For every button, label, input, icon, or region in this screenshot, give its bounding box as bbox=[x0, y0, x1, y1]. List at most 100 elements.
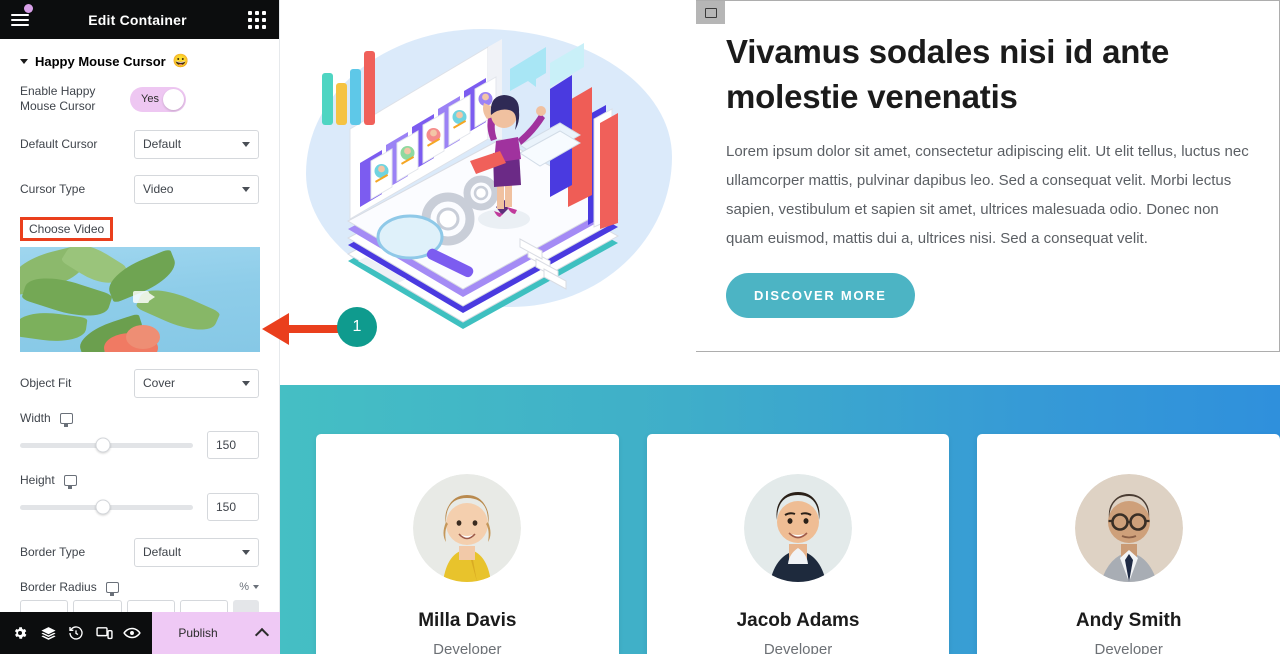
avatar-photo-milla-davis bbox=[413, 474, 522, 582]
history-revisions-icon[interactable] bbox=[65, 622, 87, 644]
apps-grid-button[interactable] bbox=[235, 0, 279, 39]
team-section: Milla Davis Developer Jacob Adams Develo… bbox=[280, 385, 1280, 654]
cursor-type-label: Cursor Type bbox=[20, 181, 86, 196]
member-name: Milla Davis bbox=[418, 610, 517, 631]
publish-button[interactable]: Publish bbox=[152, 612, 244, 654]
control-cursor-type: Cursor Type Video bbox=[0, 172, 279, 206]
avatar bbox=[413, 474, 522, 582]
border-radius-label: Border Radius bbox=[20, 580, 97, 594]
hamburger-menu-button[interactable] bbox=[0, 0, 40, 39]
apps-grid-icon bbox=[248, 10, 266, 29]
member-role: Developer bbox=[1094, 641, 1163, 654]
object-fit-label: Object Fit bbox=[20, 375, 72, 390]
layers-icon[interactable] bbox=[37, 622, 59, 644]
hero-paragraph: Lorem ipsum dolor sit amet, consectetur … bbox=[726, 143, 1249, 247]
cursor-type-value: Video bbox=[143, 182, 174, 196]
desktop-monitor-icon[interactable] bbox=[105, 581, 119, 596]
choose-video-row: Choose Video bbox=[0, 217, 279, 241]
slider-handle[interactable] bbox=[95, 437, 111, 453]
default-cursor-label: Default Cursor bbox=[20, 136, 98, 151]
avatar-photo-andy-smith bbox=[1074, 474, 1183, 582]
video-camera-icon bbox=[133, 291, 155, 303]
chevron-down-icon bbox=[242, 186, 250, 192]
object-fit-value: Cover bbox=[143, 376, 176, 390]
team-member-card[interactable]: Milla Davis Developer bbox=[316, 434, 619, 654]
video-thumbnail-preview[interactable] bbox=[20, 247, 260, 352]
border-type-select[interactable]: Default bbox=[134, 537, 259, 567]
enable-cursor-label: Enable Happy Mouse Cursor bbox=[20, 84, 96, 113]
toggle-knob bbox=[163, 88, 184, 110]
width-label-row: Width bbox=[0, 411, 279, 427]
hero-section: Vivamus sodales nisi id ante molestie ve… bbox=[280, 0, 1280, 352]
discover-more-button[interactable]: DISCOVER MORE bbox=[726, 273, 915, 318]
settings-gear-icon[interactable] bbox=[9, 622, 31, 644]
bottom-bar-icons bbox=[0, 612, 152, 654]
team-member-card[interactable]: Jacob Adams Developer bbox=[646, 434, 950, 654]
panel-title: Edit Container bbox=[88, 11, 187, 28]
panel-bottom-bar: Publish bbox=[0, 612, 280, 654]
member-role: Developer bbox=[763, 641, 833, 654]
arrow-head-icon bbox=[262, 313, 289, 345]
member-name: Jacob Adams bbox=[736, 610, 860, 631]
hero-text-column: Vivamus sodales nisi id ante molestie ve… bbox=[696, 0, 1280, 352]
height-input[interactable]: 150 bbox=[207, 493, 259, 521]
default-cursor-select[interactable]: Default bbox=[134, 129, 259, 159]
enable-cursor-toggle[interactable]: Yes bbox=[130, 86, 186, 112]
height-label-row: Height bbox=[0, 473, 279, 489]
isometric-illustration-svg bbox=[322, 39, 620, 329]
avatar bbox=[744, 474, 852, 582]
height-label: Height bbox=[20, 473, 55, 487]
recruitment-illustration bbox=[288, 11, 688, 341]
width-slider[interactable] bbox=[20, 437, 193, 453]
panel-body: Happy Mouse Cursor 😀 Enable Happy Mouse … bbox=[0, 39, 279, 654]
team-cards: Milla Davis Developer Jacob Adams Develo… bbox=[280, 385, 1280, 654]
control-default-cursor: Default Cursor Default bbox=[0, 127, 279, 161]
slider-handle[interactable] bbox=[95, 499, 111, 515]
hero-illustration-column bbox=[280, 0, 696, 352]
chevron-down-icon bbox=[242, 549, 250, 555]
avatar-photo-jacob-adams bbox=[744, 474, 852, 582]
container-handle-icon[interactable] bbox=[696, 1, 725, 24]
preview-eye-icon[interactable] bbox=[121, 622, 143, 644]
cursor-type-select[interactable]: Video bbox=[134, 174, 259, 204]
desktop-monitor-icon[interactable] bbox=[59, 412, 73, 427]
toggle-value-label: Yes bbox=[141, 93, 159, 105]
object-fit-select[interactable]: Cover bbox=[134, 368, 259, 398]
border-radius-label-row: Border Radius % bbox=[0, 580, 279, 596]
section-header-happy-mouse-cursor[interactable]: Happy Mouse Cursor 😀 bbox=[0, 39, 279, 82]
avatar bbox=[1074, 474, 1183, 582]
chevron-down-icon bbox=[242, 380, 250, 386]
border-type-label: Border Type bbox=[20, 544, 86, 559]
height-slider-row: 150 bbox=[0, 493, 279, 521]
chevron-down-icon bbox=[253, 585, 259, 589]
width-slider-row: 150 bbox=[0, 431, 279, 459]
hero-heading: Vivamus sodales nisi id ante molestie ve… bbox=[726, 33, 1170, 115]
hamburger-icon bbox=[11, 11, 29, 29]
desktop-monitor-icon[interactable] bbox=[63, 474, 77, 489]
control-object-fit: Object Fit Cover bbox=[0, 366, 279, 400]
width-label: Width bbox=[20, 411, 51, 425]
control-enable-happy-mouse-cursor: Enable Happy Mouse Cursor Yes bbox=[0, 82, 279, 116]
default-cursor-value: Default bbox=[143, 137, 182, 151]
smiley-emoji-icon: 😀 bbox=[172, 53, 189, 68]
team-member-card[interactable]: Andy Smith Developer bbox=[977, 434, 1280, 654]
chevron-down-icon bbox=[20, 58, 28, 64]
annotation-step-badge: 1 bbox=[337, 307, 377, 347]
height-slider[interactable] bbox=[20, 499, 193, 515]
annotation-arrow-1: 1 bbox=[262, 305, 377, 353]
notification-dot-icon bbox=[24, 4, 33, 13]
width-input[interactable]: 150 bbox=[207, 431, 259, 459]
responsive-devices-icon[interactable] bbox=[93, 622, 115, 644]
choose-video-label[interactable]: Choose Video bbox=[20, 217, 114, 241]
border-radius-unit-select[interactable]: % bbox=[239, 581, 259, 593]
control-border-type: Border Type Default bbox=[0, 535, 279, 569]
member-name: Andy Smith bbox=[1075, 610, 1182, 631]
chevron-down-icon bbox=[242, 141, 250, 147]
flower-shape bbox=[126, 325, 160, 349]
panel-header: Edit Container bbox=[0, 0, 279, 39]
chevron-up-icon bbox=[254, 627, 270, 643]
border-type-value: Default bbox=[143, 545, 182, 559]
publish-options-button[interactable] bbox=[244, 612, 280, 654]
editor-panel: Edit Container Happy Mouse Cursor 😀 Enab… bbox=[0, 0, 280, 654]
unit-value: % bbox=[239, 581, 249, 593]
